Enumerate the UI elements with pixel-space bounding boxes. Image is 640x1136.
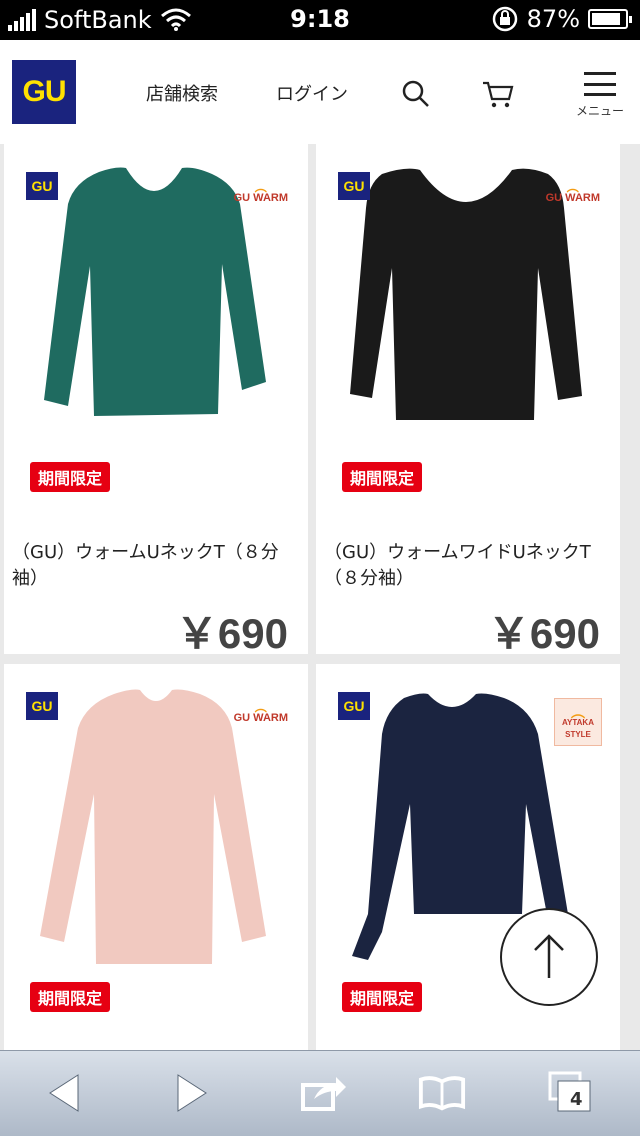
gu-brand-badge: GU xyxy=(26,692,58,720)
product-name[interactable]: （GU）ウォームUネックT（８分袖） xyxy=(12,540,302,592)
limited-time-badge: 期間限定 xyxy=(30,462,111,492)
product-card[interactable]: GU ︵ GU WARM 期間限定 （GU）ウォームUネックT（８分袖） ￥690 xyxy=(4,144,308,657)
limited-time-badge: 期間限定 xyxy=(30,982,111,1012)
gu-brand-badge: GU xyxy=(338,692,370,720)
gu-brand-badge: GU xyxy=(338,172,370,200)
cart-icon[interactable] xyxy=(480,76,516,112)
hamburger-icon xyxy=(584,72,616,96)
gu-brand-badge: GU xyxy=(26,172,58,200)
rotation-lock-icon xyxy=(492,6,517,32)
share-button[interactable] xyxy=(300,1071,348,1115)
back-button[interactable] xyxy=(40,1071,88,1115)
forward-arrow-icon xyxy=(177,1074,207,1112)
battery-fill xyxy=(592,13,620,25)
battery-percent: 87% xyxy=(526,5,580,33)
gu-warm-badge: ︵ GU WARM xyxy=(233,700,288,724)
back-arrow-icon xyxy=(49,1074,79,1112)
arrow-up-icon xyxy=(534,934,564,978)
gu-warm-badge: ︵ GU WARM xyxy=(233,180,288,204)
limited-time-badge: 期間限定 xyxy=(342,982,423,1012)
battery-icon xyxy=(588,9,632,29)
forward-button[interactable] xyxy=(168,1071,216,1115)
product-image[interactable]: GU ︵ GU WARM xyxy=(4,144,308,454)
product-image[interactable]: GU ︵ GU WARM xyxy=(4,664,308,974)
search-icon[interactable] xyxy=(398,76,434,112)
status-right: 87% xyxy=(491,5,632,33)
tabs-button[interactable]: 4 xyxy=(546,1071,594,1115)
product-name[interactable]: （GU）ウォームワイドUネックT（８分袖） xyxy=(324,540,614,592)
product-image[interactable]: GU ︵ GU WARM xyxy=(316,144,620,454)
login-link[interactable]: ログイン xyxy=(276,80,348,106)
bookmarks-icon xyxy=(418,1076,466,1111)
product-card[interactable]: GU ︵ GU WARM 期間限定 （GU）ウォームワイドUネックT（８分袖） ￥… xyxy=(316,144,620,657)
aytaka-style-label: AYTAKA STYLE xyxy=(561,718,594,739)
store-search-link[interactable]: 店舗検索 xyxy=(146,80,218,106)
limited-time-badge: 期間限定 xyxy=(342,462,423,492)
site-header: GU 店舗検索 ログイン メニュー xyxy=(0,40,640,144)
gu-warm-label: GU WARM xyxy=(545,192,600,204)
share-icon xyxy=(301,1077,346,1111)
tabs-count: 4 xyxy=(570,1089,583,1110)
logo-text: GU xyxy=(22,75,67,108)
bookmarks-button[interactable] xyxy=(418,1071,466,1115)
gu-warm-badge: ︵ GU WARM xyxy=(545,180,600,204)
browser-toolbar: 4 xyxy=(0,1050,640,1136)
product-card[interactable]: GU ︵ GU WARM 期間限定 xyxy=(4,664,308,1050)
menu-label: メニュー xyxy=(575,104,624,118)
gu-warm-label: GU WARM xyxy=(233,192,288,204)
product-price: ￥690 xyxy=(175,610,288,657)
status-bar: SoftBank 9:18 87% xyxy=(0,0,640,40)
gu-logo[interactable]: GU xyxy=(12,60,76,124)
product-price: ￥690 xyxy=(487,610,600,657)
aytaka-style-badge: ︵ AYTAKA STYLE xyxy=(554,698,602,746)
menu-button[interactable]: メニュー xyxy=(572,72,628,128)
scroll-to-top-button[interactable] xyxy=(500,908,598,1006)
gu-warm-label: GU WARM xyxy=(233,712,288,724)
